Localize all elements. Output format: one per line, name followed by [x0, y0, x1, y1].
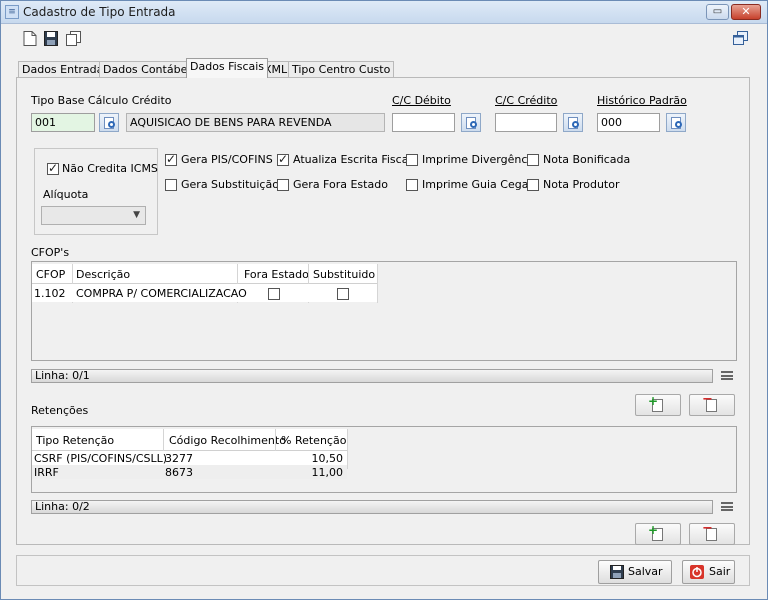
- nao-credita-icms-checkbox[interactable]: [47, 161, 59, 175]
- gera-fora-estado-checkbox[interactable]: [277, 179, 289, 191]
- minus-icon: −: [702, 521, 713, 536]
- cc-credito-label: C/C Crédito: [495, 94, 558, 107]
- aliquota-select[interactable]: ▼: [41, 206, 146, 225]
- nao-credita-icms-label: Não Credita ICMS: [62, 162, 158, 175]
- atualiza-escrita-fiscal-label: Atualiza Escrita Fiscal: [293, 153, 412, 166]
- retencoes-col-percent[interactable]: % Retenção: [281, 434, 346, 447]
- tipo-base-description-field: AQUISICAO DE BENS PARA REVENDA: [126, 113, 385, 132]
- retencoes-col-tipo[interactable]: Tipo Retenção: [36, 434, 114, 447]
- cfop-cell-descricao: COMPRA P/ COMERCIALIZACAO: [76, 287, 247, 300]
- retencoes-col-codigo[interactable]: Código Recolhimento: [169, 434, 286, 447]
- retencoes-status-bar: Linha: 0/2: [31, 500, 713, 514]
- imprime-guia-cega-checkbox[interactable]: [406, 179, 418, 191]
- gera-substituicao-checkbox[interactable]: [165, 179, 177, 191]
- retencoes-grid[interactable]: Tipo Retenção Código Recolhimento % Rete…: [31, 426, 737, 493]
- new-icon[interactable]: [23, 31, 37, 46]
- nota-produtor-label: Nota Produtor: [543, 178, 620, 191]
- search-icon: [108, 121, 115, 128]
- sair-label: Sair: [709, 565, 731, 578]
- window: ≡ Cadastro de Tipo Entrada ▭ ✕ Dados Ent…: [0, 0, 768, 600]
- cfop-remove-button[interactable]: −: [689, 392, 735, 416]
- cc-debito-label: C/C Débito: [392, 94, 451, 107]
- historico-padrao-label: Histórico Padrão: [597, 94, 687, 107]
- retencao-row1-codigo: 3277: [165, 452, 193, 465]
- app-icon: ≡: [5, 5, 19, 19]
- tab-dados-entrada[interactable]: Dados Entrada: [18, 61, 108, 78]
- salvar-button[interactable]: Salvar: [598, 560, 672, 584]
- cc-debito-lookup-button[interactable]: [461, 113, 481, 132]
- cc-credito-field[interactable]: [495, 113, 557, 132]
- tipo-base-code-field[interactable]: 001: [31, 113, 95, 132]
- gera-substituicao-label: Gera Substituição: [181, 178, 279, 191]
- save-icon[interactable]: [44, 31, 58, 46]
- aliquota-label: Alíquota: [43, 188, 89, 201]
- nota-bonificada-label: Nota Bonificada: [543, 153, 631, 166]
- cfop-col-fora-estado[interactable]: Fora Estado: [244, 268, 309, 281]
- windows-icon[interactable]: [733, 31, 748, 46]
- imprime-guia-cega-label: Imprime Guia Cega: [422, 178, 529, 191]
- window-title: Cadastro de Tipo Entrada: [23, 5, 176, 19]
- cc-credito-lookup-button[interactable]: [563, 113, 583, 132]
- minus-icon: −: [702, 392, 713, 407]
- cfop-col-cfop[interactable]: CFOP: [36, 268, 65, 281]
- salvar-label: Salvar: [628, 565, 663, 578]
- retencao-row2-percent: 11,00: [311, 466, 344, 479]
- gera-pis-cofins-checkbox[interactable]: [165, 152, 177, 166]
- cfop-col-substituido[interactable]: Substituido: [313, 268, 375, 281]
- cfop-menu-icon[interactable]: [721, 371, 733, 380]
- historico-padrao-field[interactable]: 000: [597, 113, 660, 132]
- cfop-section-label: CFOP's: [31, 246, 70, 259]
- imprime-divergencia-checkbox[interactable]: [406, 154, 418, 166]
- chevron-down-icon: ▼: [133, 210, 140, 220]
- retencoes-section-label: Retenções: [31, 404, 89, 417]
- cfop-col-descricao[interactable]: Descrição: [76, 268, 130, 281]
- cfop-cell-code: 1.102: [34, 287, 66, 300]
- cc-debito-field[interactable]: [392, 113, 455, 132]
- cfop-add-button[interactable]: +: [635, 394, 681, 416]
- atualiza-escrita-fiscal-checkbox[interactable]: [277, 152, 289, 166]
- tab-dados-contabeis[interactable]: Dados Contábeis: [99, 61, 201, 78]
- retencao-row1-percent: 10,50: [311, 452, 344, 465]
- retencoes-menu-icon[interactable]: [721, 502, 733, 511]
- retencao-row2-codigo: 8673: [165, 466, 193, 479]
- cfop-status-bar: Linha: 0/1: [31, 369, 713, 383]
- copy-icon[interactable]: [66, 31, 81, 46]
- nota-bonificada-checkbox[interactable]: [527, 154, 539, 166]
- save-icon: [610, 565, 624, 579]
- imprime-divergencia-label: Imprime Divergência: [422, 153, 538, 166]
- close-button[interactable]: ✕: [731, 4, 761, 20]
- nota-produtor-checkbox[interactable]: [527, 179, 539, 191]
- tab-dados-fiscais[interactable]: Dados Fiscais: [186, 58, 269, 78]
- search-icon: [470, 121, 477, 128]
- retencoes-add-button[interactable]: +: [635, 523, 681, 545]
- cfop-grid[interactable]: CFOP Descrição Fora Estado Substituido 1…: [31, 261, 737, 361]
- tipo-base-label: Tipo Base Cálculo Crédito: [31, 94, 172, 107]
- retencoes-remove-button[interactable]: −: [689, 521, 735, 545]
- power-icon: [690, 565, 704, 579]
- gera-pis-cofins-label: Gera PIS/COFINS: [181, 153, 273, 166]
- sair-button[interactable]: Sair: [682, 560, 735, 584]
- tipo-base-lookup-button[interactable]: [99, 113, 119, 132]
- title-bar: ≡ Cadastro de Tipo Entrada ▭ ✕: [1, 1, 767, 24]
- search-icon: [572, 121, 579, 128]
- plus-icon: +: [648, 394, 659, 408]
- gera-fora-estado-label: Gera Fora Estado: [293, 178, 388, 191]
- plus-icon: +: [648, 523, 659, 537]
- fora-estado-checkbox[interactable]: [268, 288, 280, 300]
- tab-tipo-centro-custo[interactable]: Tipo Centro Custo: [288, 61, 395, 78]
- search-icon: [675, 121, 682, 128]
- substituido-checkbox[interactable]: [337, 288, 349, 300]
- retencao-row1-tipo: CSRF (PIS/COFINS/CSLL): [34, 452, 168, 465]
- retencao-row2-tipo: IRRF: [34, 466, 59, 479]
- minimize-button[interactable]: ▭: [706, 4, 729, 20]
- historico-padrao-lookup-button[interactable]: [666, 113, 686, 132]
